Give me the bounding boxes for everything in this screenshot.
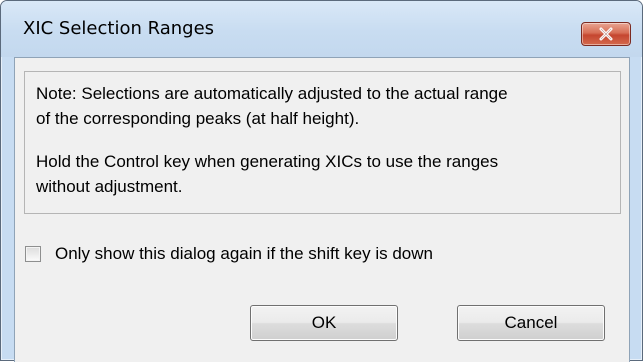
shift-key-checkbox-label[interactable]: Only show this dialog again if the shift… [55,244,433,264]
ok-button[interactable]: OK [250,305,398,341]
dialog-body: Note: Selections are automatically adjus… [14,57,630,362]
shift-key-checkbox[interactable] [25,246,41,262]
note-panel: Note: Selections are automatically adjus… [24,71,621,214]
close-button[interactable] [581,22,631,46]
note-text-line-1: Note: Selections are automatically adjus… [36,84,508,103]
note-text-line-2: of the corresponding peaks (at half heig… [36,109,360,128]
window-title: XIC Selection Ranges [23,18,215,39]
title-bar[interactable]: XIC Selection Ranges [1,1,642,57]
dialog-window: XIC Selection Ranges Note: Selections ar… [0,0,643,362]
note-text-line-3: Hold the Control key when generating XIC… [36,152,499,171]
cancel-button[interactable]: Cancel [457,305,605,341]
close-x-icon [599,27,613,41]
note-text-line-4: without adjustment. [36,177,183,196]
